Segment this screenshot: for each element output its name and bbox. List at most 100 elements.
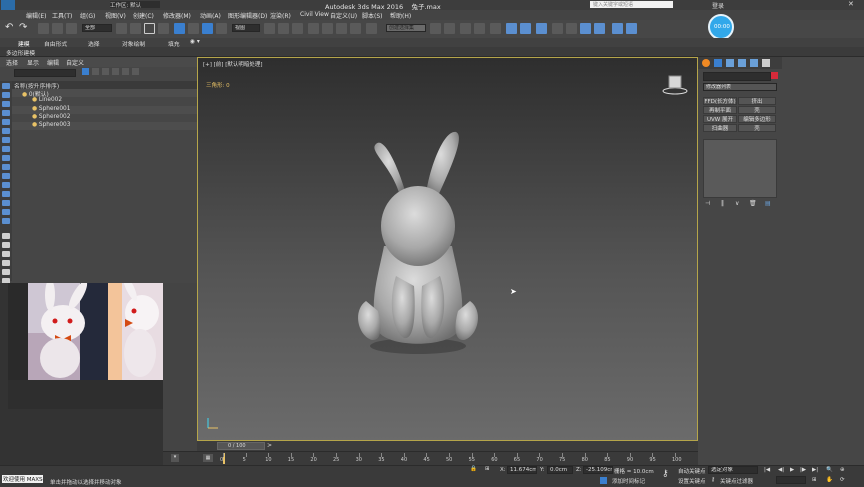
toggle-layer-explorer-icon[interactable] bbox=[474, 23, 485, 34]
filter-shapes-icon[interactable] bbox=[102, 68, 109, 75]
modify-tab-icon[interactable] bbox=[714, 59, 722, 67]
scene-filter-input[interactable] bbox=[14, 69, 76, 77]
mini-curve-editor-icon[interactable]: ▦ bbox=[203, 454, 213, 462]
planar-button[interactable]: 再制平面 bbox=[703, 106, 737, 114]
remove-modifier-icon[interactable]: 🗑 bbox=[749, 200, 757, 207]
sidebar-option-2-icon[interactable] bbox=[2, 242, 10, 248]
menu-views[interactable]: 视图(V) bbox=[105, 11, 126, 20]
object-color-swatch[interactable] bbox=[771, 72, 778, 79]
track-bar[interactable]: ▾ ▦ 0 5 10 15 20 25 30 35 40 45 50 55 60 65 70 75 80 85 90… bbox=[163, 451, 698, 466]
bind-space-warp-icon[interactable] bbox=[66, 23, 77, 34]
set-key-label[interactable]: 设置关键点 bbox=[678, 477, 706, 485]
sidebar-lights-icon[interactable] bbox=[2, 110, 10, 116]
menu-create[interactable]: 创建(C) bbox=[133, 11, 154, 20]
render-iterative-icon[interactable] bbox=[594, 23, 605, 34]
modifier-list-dropdown[interactable]: 修改器列表 bbox=[703, 83, 777, 91]
sidebar-invert-icon[interactable] bbox=[2, 218, 10, 224]
configure-modifier-sets-icon[interactable]: ▤ bbox=[765, 200, 771, 207]
sidebar-option-4-icon[interactable] bbox=[2, 260, 10, 266]
ffd-box-button[interactable]: FFD(长方体) bbox=[703, 97, 737, 105]
current-frame-field[interactable] bbox=[776, 476, 806, 484]
menu-group[interactable]: 组(G) bbox=[80, 11, 95, 20]
redo-icon[interactable]: ↷ bbox=[19, 22, 27, 33]
select-place-icon[interactable] bbox=[216, 23, 227, 34]
auto-key-label[interactable]: 自动关键点 bbox=[678, 467, 706, 475]
sidebar-containers-icon[interactable] bbox=[2, 173, 10, 179]
eye-icon[interactable]: ● bbox=[32, 114, 39, 120]
time-slider-thumb[interactable]: 0 / 100 bbox=[217, 442, 265, 450]
extrude-button[interactable]: 挤出 bbox=[738, 97, 776, 105]
time-slider[interactable]: 0 / 100 > bbox=[197, 441, 698, 451]
viewcube-icon[interactable] bbox=[662, 74, 688, 96]
menu-civil-view[interactable]: Civil View bbox=[300, 11, 329, 18]
add-time-tag-icon[interactable] bbox=[600, 477, 607, 484]
display-tab-icon[interactable] bbox=[750, 59, 758, 67]
ribbon-options-icon[interactable]: ◉ ▾ bbox=[190, 39, 200, 45]
list-item[interactable]: ● Line002 bbox=[12, 97, 197, 105]
eye-icon[interactable]: ● bbox=[32, 122, 39, 128]
render-online-icon[interactable] bbox=[612, 23, 623, 34]
filter-cameras-icon[interactable] bbox=[132, 68, 139, 75]
coord-x-field[interactable]: 11.674cm bbox=[507, 466, 537, 474]
motion-tab-icon[interactable] bbox=[738, 59, 746, 67]
uvw-unwrap-button[interactable]: UVW 展开 bbox=[703, 115, 737, 123]
filter-geometry-icon[interactable] bbox=[92, 68, 99, 75]
filter-lights-icon[interactable] bbox=[112, 68, 119, 75]
sidebar-option-5-icon[interactable] bbox=[2, 269, 10, 275]
toggle-scene-explorer-icon[interactable] bbox=[460, 23, 471, 34]
render-setup-icon[interactable] bbox=[552, 23, 563, 34]
menu-customize[interactable]: 自定义(U) bbox=[330, 11, 357, 20]
selection-filter-dropdown[interactable]: 全部 bbox=[82, 24, 112, 32]
sidebar-cameras-icon[interactable] bbox=[2, 119, 10, 125]
angle-snap-icon[interactable] bbox=[322, 23, 333, 34]
sidebar-option-3-icon[interactable] bbox=[2, 251, 10, 257]
rendered-frame-window-icon[interactable] bbox=[566, 23, 577, 34]
time-slider-next-icon[interactable]: > bbox=[267, 442, 272, 449]
window-crossing-icon[interactable] bbox=[158, 23, 169, 34]
menu-rendering[interactable]: 渲染(R) bbox=[270, 11, 291, 20]
selected-object-dropdown[interactable]: 选定对象 bbox=[708, 466, 758, 474]
make-unique-icon[interactable]: ∨ bbox=[735, 200, 739, 207]
percent-snap-icon[interactable] bbox=[336, 23, 347, 34]
rabbit-model[interactable] bbox=[348, 126, 488, 356]
schematic-view-icon[interactable] bbox=[520, 23, 531, 34]
pivot-center-icon[interactable] bbox=[264, 23, 275, 34]
maxscript-listener[interactable]: 欢迎使用 MAXSc bbox=[2, 475, 43, 483]
menu-animation[interactable]: 动画(A) bbox=[200, 11, 221, 20]
selection-lock-icon[interactable]: 🔒 bbox=[470, 466, 477, 472]
sidebar-groups-icon[interactable] bbox=[2, 146, 10, 152]
viewport-label[interactable]: [+] [前] [默认明暗处理] bbox=[203, 60, 262, 68]
absolute-mode-icon[interactable]: ⊞ bbox=[485, 466, 490, 472]
filter-display-icon[interactable] bbox=[82, 68, 89, 75]
user-signin-label[interactable]: 登录 bbox=[712, 1, 724, 10]
tab-polygon-modeling[interactable]: 多边形建模 bbox=[6, 48, 35, 57]
scene-menu-customize[interactable]: 自定义 bbox=[66, 58, 84, 67]
play-icon[interactable]: ▶ bbox=[790, 467, 794, 473]
edit-poly-button[interactable]: 编辑多边形 bbox=[738, 115, 776, 123]
sidebar-hidden-icon[interactable] bbox=[2, 191, 10, 197]
menu-edit[interactable]: 编辑(E) bbox=[26, 11, 46, 20]
spinner-snap-icon[interactable] bbox=[350, 23, 361, 34]
sidebar-all-icon[interactable] bbox=[2, 200, 10, 206]
reference-coordinate-dropdown[interactable]: 视图 bbox=[232, 24, 260, 32]
select-object-icon[interactable] bbox=[116, 23, 127, 34]
scene-menu-display[interactable]: 显示 bbox=[27, 58, 39, 67]
sidebar-bones-icon[interactable] bbox=[2, 164, 10, 170]
search-input[interactable]: 键入关键字或短语 bbox=[590, 1, 673, 8]
render-production-icon[interactable] bbox=[580, 23, 591, 34]
create-tab-icon[interactable] bbox=[702, 59, 710, 67]
select-link-icon[interactable] bbox=[38, 23, 49, 34]
time-config-icon[interactable]: ⊞ bbox=[812, 477, 817, 483]
hierarchy-tab-icon[interactable] bbox=[726, 59, 734, 67]
scene-tree-header[interactable]: 名称(按升序排序) bbox=[12, 81, 197, 90]
sidebar-display-icon[interactable] bbox=[2, 83, 10, 89]
menu-tools[interactable]: 工具(T) bbox=[52, 11, 72, 20]
sidebar-none-icon[interactable] bbox=[2, 209, 10, 215]
render-active-shade-icon[interactable] bbox=[626, 23, 637, 34]
app-logo-icon[interactable] bbox=[1, 0, 15, 10]
sweep-button[interactable]: 扫曲器 bbox=[703, 124, 737, 132]
sidebar-option-1-icon[interactable] bbox=[2, 233, 10, 239]
material-editor-icon[interactable] bbox=[536, 23, 547, 34]
menu-scripting[interactable]: 脚本(S) bbox=[362, 11, 383, 20]
go-to-start-icon[interactable]: |◀ bbox=[764, 467, 770, 473]
